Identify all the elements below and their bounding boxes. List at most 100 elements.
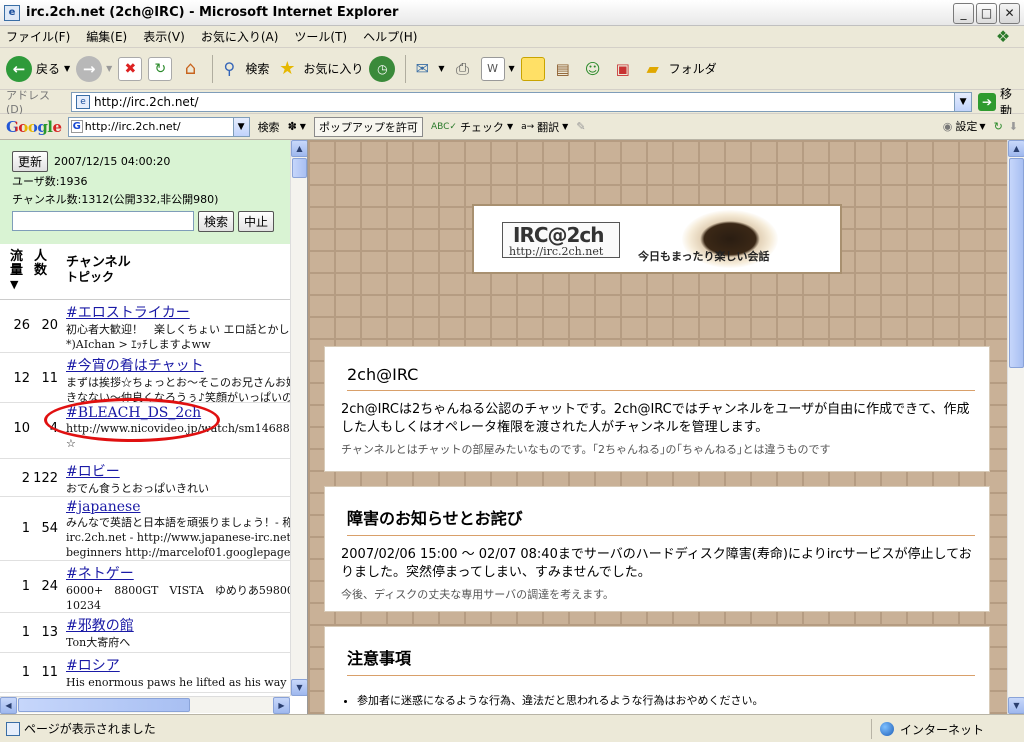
forward-button[interactable]: → ▼ xyxy=(76,55,112,82)
channel-link[interactable]: #今宵の肴はチャット xyxy=(66,355,290,375)
channel-link[interactable]: #ネトゲー xyxy=(66,563,290,583)
close-button[interactable]: ✕ xyxy=(999,3,1020,24)
settings-icon: ◉ xyxy=(942,119,953,133)
menu-tools[interactable]: ツール(T) xyxy=(294,28,347,45)
standard-toolbar: ← 戻る ▼ → ▼ ✖ ↻ ⌂ ⚲ 検索 ★ お気に入り ◷ ✉ ▼ ⎙ W … xyxy=(0,48,1024,90)
home-button[interactable]: ⌂ xyxy=(178,57,202,81)
right-frame: IRC@2ch http://irc.2ch.net 今日もまったり楽しい会話 … xyxy=(308,140,1007,714)
address-dropdown-icon[interactable]: ▼ xyxy=(954,92,972,111)
edit-button[interactable]: W ▼ xyxy=(480,56,515,81)
page-icon: e xyxy=(76,94,90,109)
flow-header[interactable]: 流量 ▼ xyxy=(10,250,28,292)
favorites-label: お気に入り xyxy=(303,62,364,76)
channel-topic: Ton大寄府へ xyxy=(66,636,131,649)
left-frame: 更新 2007/12/15 04:00:20 ユーザ数:1936 チャンネル数:… xyxy=(0,140,308,714)
logo-text: IRC@2ch xyxy=(513,223,605,247)
search-button[interactable]: ⚲ 検索 xyxy=(217,57,269,81)
channel-link[interactable]: #ロビー xyxy=(66,461,290,481)
history-icon: ◷ xyxy=(369,55,396,82)
channel-topic: http://www.nicovideo.jp/watch/sm1468874 … xyxy=(66,422,290,435)
settings-button[interactable]: ◉ 設定 ▼ xyxy=(943,118,986,134)
mail-dropdown-icon[interactable]: ▼ xyxy=(438,64,444,73)
menu-help[interactable]: ヘルプ(H) xyxy=(363,28,417,45)
channel-link[interactable]: #エロストライカー xyxy=(66,302,290,322)
channel-search-button[interactable]: 検索 xyxy=(198,210,235,232)
channel-people: 11 xyxy=(41,371,58,386)
popup-allow-label: ポップアップを許可 xyxy=(313,116,423,137)
favorites-button[interactable]: ★ お気に入り xyxy=(275,57,363,81)
left-vertical-scrollbar[interactable]: ▲ ▼ xyxy=(290,140,307,696)
toolbar-refresh-icon: ↻ xyxy=(993,119,1003,133)
channel-row: 2 122 #ロビー おでん食うとおっぱいきれい xyxy=(0,459,290,497)
zone-label: インターネット xyxy=(899,722,984,737)
scroll-up-icon[interactable]: ▲ xyxy=(1008,140,1024,157)
channel-topic: His enormous paws he lifted as his way t… xyxy=(66,676,290,689)
server-info-panel: 更新 2007/12/15 04:00:20 ユーザ数:1936 チャンネル数:… xyxy=(0,140,290,244)
notice-card: 注意事項 参加者に迷惑になるような行為、違法だと思われるような行為はおやめくださ… xyxy=(324,626,990,714)
google-toolbar: Google G http://irc.2ch.net/ ▼ 検索 ✽ ▼ ポップ… xyxy=(0,114,1024,140)
h-scroll-thumb[interactable] xyxy=(18,698,190,712)
address-bar: アドレス(D) e http://irc.2ch.net/ ▼ ➔ 移動 xyxy=(0,87,1024,118)
refresh-list-button[interactable]: 更新 xyxy=(12,150,49,172)
maximize-button[interactable]: □ xyxy=(976,3,997,24)
channel-link[interactable]: #ロシア xyxy=(66,655,290,675)
spellcheck-button[interactable]: ABC✓ チェック ▼ xyxy=(431,119,513,135)
messenger-button[interactable]: ☺ xyxy=(581,57,605,81)
address-input[interactable]: e http://irc.2ch.net/ ▼ xyxy=(71,91,973,112)
google-query[interactable]: http://irc.2ch.net/ xyxy=(85,120,181,133)
mail-button[interactable]: ✉ ▼ xyxy=(410,57,445,81)
google-search-input[interactable]: G http://irc.2ch.net/ ▼ xyxy=(67,116,250,137)
forward-dropdown-icon[interactable]: ▼ xyxy=(106,64,112,73)
print-button[interactable]: ⎙ xyxy=(451,57,475,81)
google-search-button[interactable]: 検索 xyxy=(258,119,280,135)
edit-dropdown-icon[interactable]: ▼ xyxy=(509,64,515,73)
toolbar-refresh-button[interactable]: ↻ ⬇ xyxy=(994,120,1018,133)
research-button[interactable]: ▤ xyxy=(551,57,575,81)
translate-button[interactable]: a→ 翻訳 ▼ xyxy=(521,119,568,135)
edit-icon: W xyxy=(480,56,505,81)
scroll-thumb[interactable] xyxy=(292,158,307,178)
outage-card: 障害のお知らせとお詫び 2007/02/06 15:00 ～ 02/07 08:… xyxy=(324,486,990,612)
google-dropdown-icon[interactable]: ▼ xyxy=(232,117,249,136)
scroll-down-icon[interactable]: ▼ xyxy=(291,679,307,696)
menu-edit[interactable]: 編集(E) xyxy=(86,28,127,45)
notice-item: 参加者に迷惑になるような行為、違法だと思われるような行為はおやめください。 xyxy=(357,692,989,708)
folder-button[interactable]: ▰ フォルダ xyxy=(641,57,717,81)
channel-link[interactable]: #邪教の館 xyxy=(66,615,290,635)
back-dropdown-icon[interactable]: ▼ xyxy=(64,64,70,73)
popup-allow-button[interactable]: ポップアップを許可 xyxy=(313,116,423,137)
scroll-right-icon[interactable]: ▶ xyxy=(273,697,290,714)
scroll-up-icon[interactable]: ▲ xyxy=(291,140,307,157)
channel-link[interactable]: #BLEACH_DS_2ch xyxy=(66,405,290,421)
channel-row: 26 20 #エロストライカー 初心者大歓迎！ 楽しくちょい エロ話とかしま *… xyxy=(0,300,290,353)
channel-list-header: 流量 ▼ 人数 チャンネル トピック xyxy=(0,244,290,300)
scroll-down-icon[interactable]: ▼ xyxy=(1008,697,1024,714)
right-vertical-scrollbar[interactable]: ▲ ▼ xyxy=(1007,140,1024,714)
abc-check-icon: ABC✓ xyxy=(430,121,457,132)
toolbar-down-icon: ⬇ xyxy=(1008,119,1018,133)
people-header[interactable]: 人数 xyxy=(34,250,54,278)
scroll-left-icon[interactable]: ◀ xyxy=(0,697,17,714)
google-options-button[interactable]: ✽ ▼ xyxy=(288,120,306,133)
channel-stop-button[interactable]: 中止 xyxy=(238,210,275,232)
menu-favorites[interactable]: お気に入り(A) xyxy=(201,28,279,45)
channel-search-input[interactable] xyxy=(12,211,194,231)
menu-file[interactable]: ファイル(F) xyxy=(6,28,70,45)
google-logo[interactable]: Google xyxy=(6,118,62,136)
sort-desc-icon: ▼ xyxy=(10,278,19,291)
banner-slogan: 今日もまったり楽しい会話 xyxy=(638,250,770,263)
stop-button[interactable]: ✖ xyxy=(118,56,143,81)
menu-view[interactable]: 表示(V) xyxy=(143,28,185,45)
autofill-button[interactable]: ✎ xyxy=(576,120,585,133)
refresh-button[interactable]: ↻ xyxy=(148,56,173,81)
minimize-button[interactable]: _ xyxy=(953,3,974,24)
history-button[interactable]: ◷ xyxy=(369,55,396,82)
scroll-thumb[interactable] xyxy=(1009,158,1024,368)
windows-logo-icon: ❖ xyxy=(995,27,1011,46)
channel-link[interactable]: #japanese xyxy=(66,499,290,515)
note-button[interactable] xyxy=(520,56,545,81)
address-url[interactable]: http://irc.2ch.net/ xyxy=(94,95,199,109)
left-horizontal-scrollbar[interactable]: ◀ ▶ xyxy=(0,696,290,714)
back-button[interactable]: ← 戻る ▼ xyxy=(6,55,70,82)
blocked-button[interactable]: ▣ xyxy=(611,57,635,81)
